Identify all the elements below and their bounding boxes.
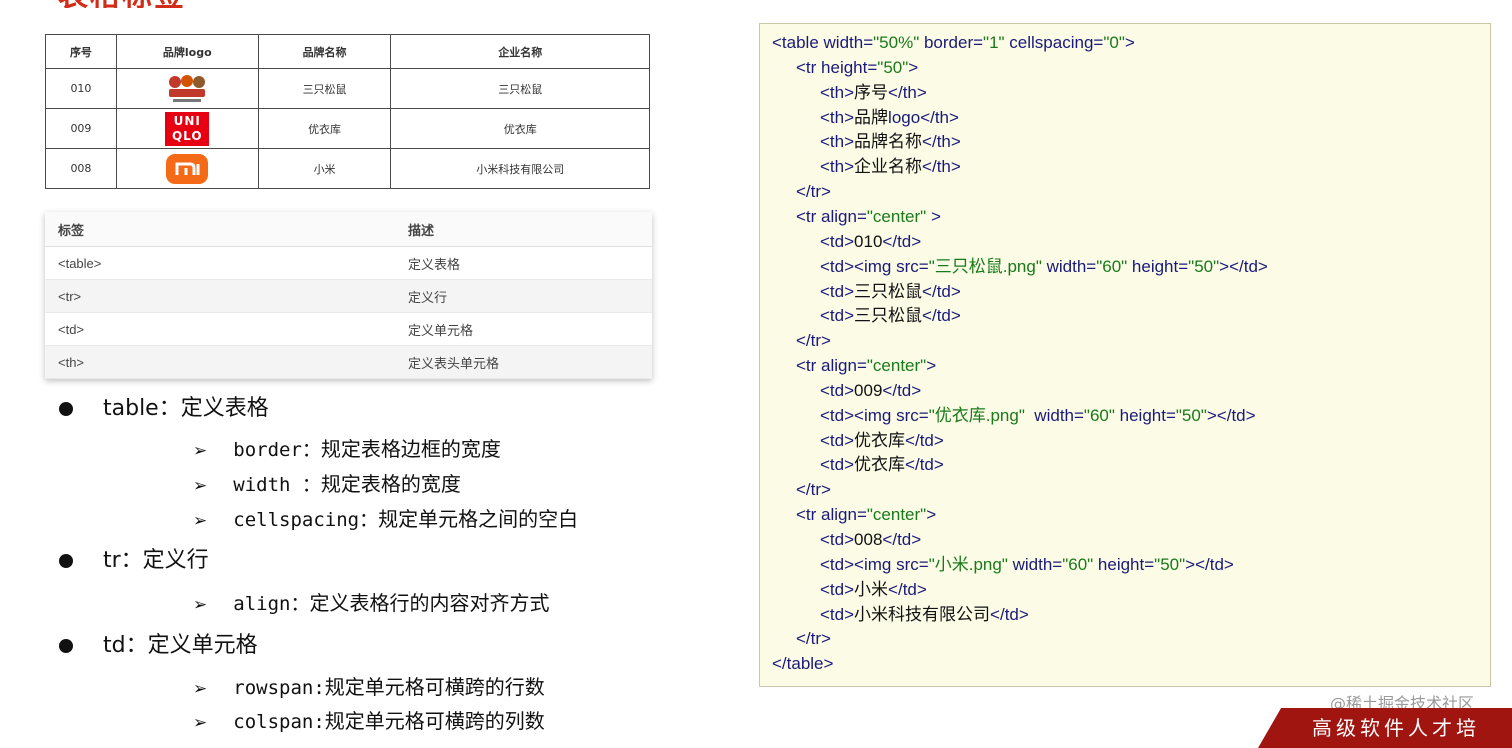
code-line: <td>010</td>: [820, 231, 922, 251]
code-line: <td>小米</td>: [820, 579, 927, 600]
code-line: <tr align="center">: [796, 356, 937, 376]
bullet-notes: table：定义表格 ➢ border：规定表格边框的宽度 ➢ width ：规定表…: [0, 0, 740, 733]
code-line: <td>小米科技有限公司</td>: [820, 604, 1029, 625]
code-line: <th>企业名称</th>: [820, 157, 961, 178]
code-line: <td><img src="小米.png" width="60" height=…: [820, 554, 1234, 575]
code-line: <th>品牌logo</th>: [820, 107, 959, 128]
bullet-item: td：定义单元格: [103, 633, 258, 658]
sub-bullet-item: ➢ width ：规定表格的宽度: [193, 472, 461, 498]
attribute-description: 规定单元格之间的空白: [378, 507, 579, 531]
arrow-bullet-icon: ➢: [193, 511, 208, 531]
code-line: <th>序号</th>: [820, 82, 927, 103]
code-line: </tr>: [796, 480, 831, 500]
code-line: </table>: [772, 654, 834, 674]
attribute-keyword: width ：: [233, 474, 321, 496]
code-line: <td>优衣库</td>: [820, 430, 944, 451]
code-line: <table width="50%" border="1" cellspacin…: [772, 33, 1135, 52]
sub-bullet-item: ➢ border：规定表格边框的宽度: [193, 437, 501, 463]
code-line: <td>三只松鼠</td>: [820, 281, 961, 302]
attribute-description: 规定表格的宽度: [320, 472, 461, 496]
attribute-keyword: colspan:: [233, 711, 325, 733]
attribute-keyword: cellspacing：: [233, 509, 379, 531]
sub-bullet-item: ➢ colspan:规定单元格可横跨的列数: [193, 709, 545, 735]
code-line: <td><img src="三只松鼠.png" width="60" heigh…: [820, 256, 1268, 277]
code-line: <td>008</td>: [820, 530, 922, 549]
attribute-description: 规定表格边框的宽度: [320, 437, 501, 461]
bullet-dot-icon: [59, 554, 73, 568]
sub-bullet-item: ➢ rowspan:规定单元格可横跨的行数: [193, 675, 545, 701]
sub-bullet-item: ➢ cellspacing：规定单元格之间的空白: [193, 507, 578, 533]
bullet-dot-icon: [59, 402, 73, 416]
attribute-description: 定义表格行的内容对齐方式: [309, 591, 550, 615]
code-example-panel: <table width="50%" border="1" cellspacin…: [759, 23, 1491, 687]
arrow-bullet-icon: ➢: [193, 713, 208, 733]
code-line: <tr align="center" >: [796, 206, 941, 226]
attribute-keyword: align：: [233, 593, 310, 615]
banner-text: 高级软件人才培: [1312, 716, 1480, 740]
sub-bullet-item: ➢ align：定义表格行的内容对齐方式: [193, 591, 549, 617]
code-line: <td>009</td>: [820, 380, 922, 400]
attribute-keyword: border：: [233, 439, 321, 461]
bullet-dot-icon: [59, 639, 73, 653]
code-line: <tr align="center">: [796, 505, 937, 525]
code-line: </tr>: [796, 331, 831, 351]
arrow-bullet-icon: ➢: [193, 476, 208, 496]
bullet-item: table：定义表格: [103, 396, 269, 421]
attribute-description: 规定单元格可横跨的列数: [324, 709, 545, 733]
code-line: <tr height="50">: [796, 57, 919, 77]
attribute-description: 规定单元格可横跨的行数: [324, 675, 545, 699]
code-line: <th>品牌名称</th>: [820, 132, 961, 153]
code-line: <td>三只松鼠</td>: [820, 306, 961, 327]
arrow-bullet-icon: ➢: [193, 441, 208, 461]
attribute-keyword: rowspan:: [233, 677, 325, 699]
code-line: <td><img src="优衣库.png" width="60" height…: [820, 405, 1256, 426]
arrow-bullet-icon: ➢: [193, 679, 208, 699]
arrow-bullet-icon: ➢: [193, 595, 208, 615]
code-line: </tr>: [796, 629, 831, 649]
code-line: <td>优衣库</td>: [820, 455, 944, 476]
bullet-item: tr：定义行: [103, 548, 209, 573]
code-line: </tr>: [796, 182, 831, 202]
